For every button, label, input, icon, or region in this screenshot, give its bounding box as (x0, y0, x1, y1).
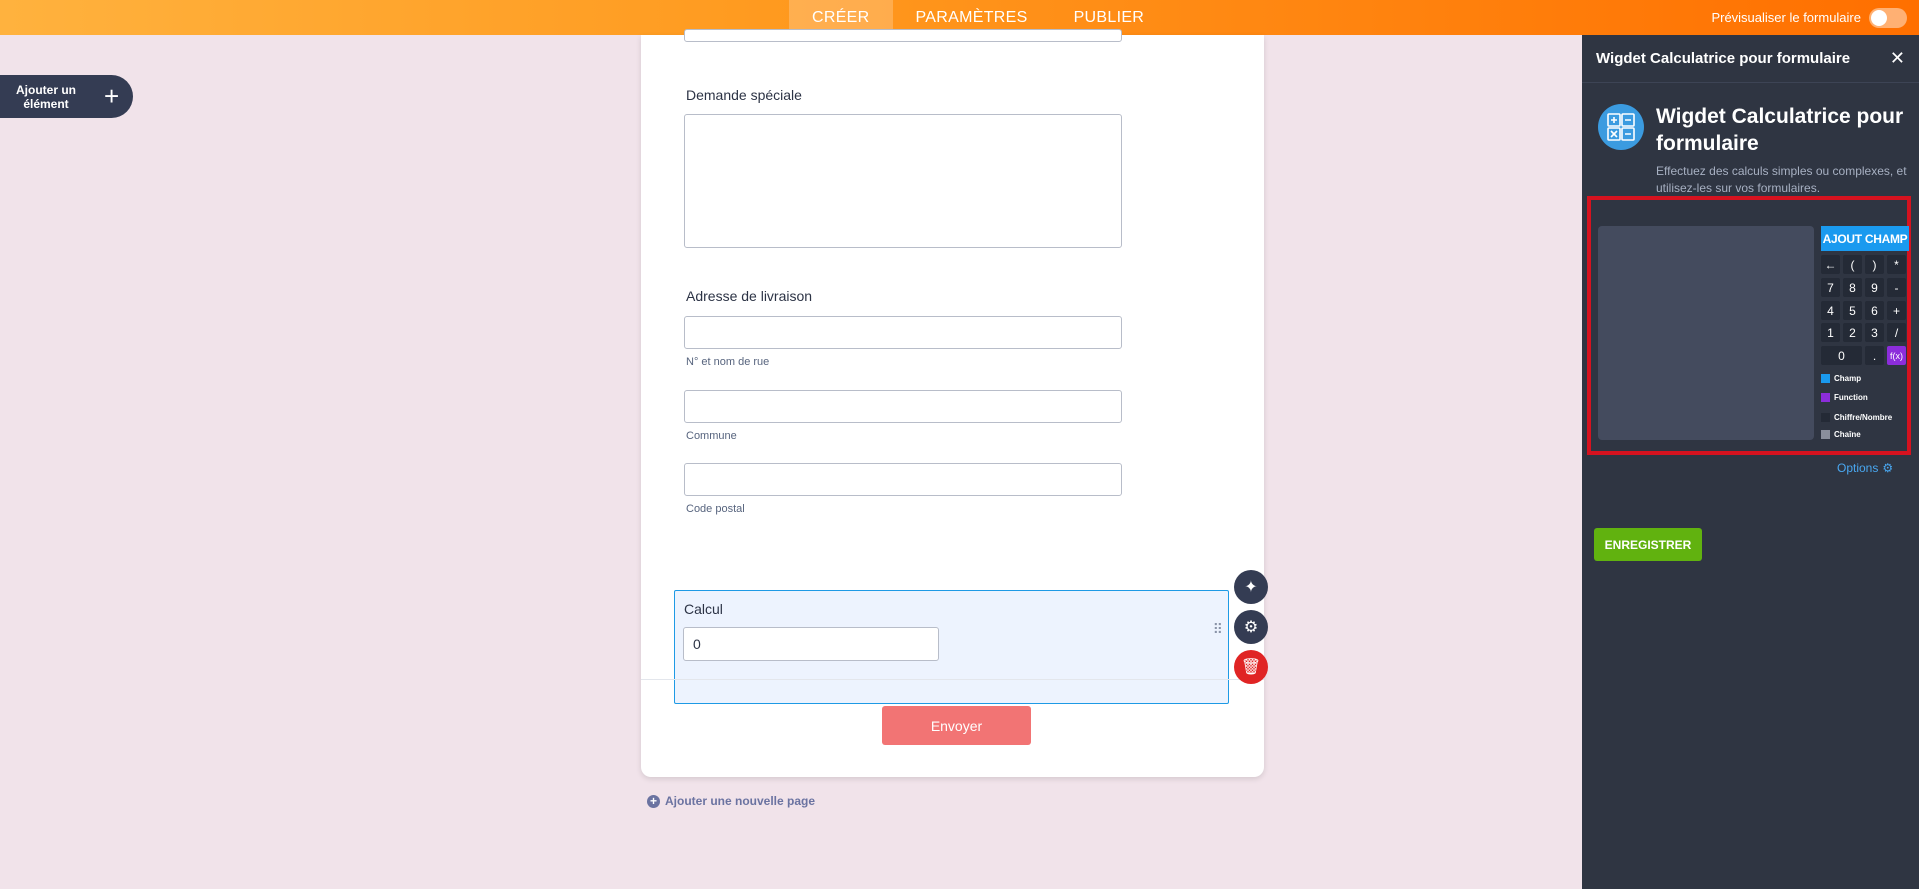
legend-swatch (1821, 413, 1830, 422)
plus-circle-icon: + (647, 794, 660, 808)
city-sublabel: Commune (686, 430, 737, 442)
key-4[interactable]: 4 (1821, 301, 1840, 320)
close-icon[interactable]: ✕ (1890, 48, 1905, 69)
add-field-button[interactable]: AJOUT CHAMP (1821, 226, 1909, 251)
key-divide[interactable]: / (1887, 323, 1906, 342)
key-backspace[interactable]: ← (1821, 255, 1840, 274)
legend-swatch (1821, 430, 1830, 439)
widget-title: Wigdet Calculatrice pour formulaire (1656, 105, 1904, 155)
special-request-label: Demande spéciale (686, 87, 802, 103)
key-plus[interactable]: + (1887, 301, 1906, 320)
calc-value-input[interactable]: 0 (683, 627, 939, 661)
toggle-knob (1871, 9, 1887, 26)
legend-function: Function (1821, 393, 1868, 402)
key-minus[interactable]: - (1887, 278, 1906, 297)
gear-icon: ⚙ (1882, 461, 1894, 475)
add-element-label: Ajouter un élément (16, 82, 76, 111)
widget-description: Effectuez des calculs simples ou complex… (1656, 164, 1907, 195)
magic-wand-icon[interactable]: ✦ (1234, 570, 1268, 604)
legend-string: Chaîne (1821, 430, 1861, 439)
form-card: Demande spéciale Adresse de livraison N°… (641, 29, 1264, 777)
widget-settings-panel: Wigdet Calculatrice pour formulaire ✕ Wi… (1582, 35, 1919, 889)
legend-swatch (1821, 393, 1830, 402)
street-sublabel: N° et nom de rue (686, 356, 770, 368)
legend-label: Chaîne (1834, 430, 1861, 439)
legend-label: Champ (1834, 374, 1862, 383)
address-label: Adresse de livraison (686, 288, 813, 304)
legend-champ: Champ (1821, 374, 1861, 383)
add-new-page-label: Ajouter une nouvelle page (665, 794, 816, 808)
options-label: Options (1837, 461, 1879, 475)
zip-sublabel: Code postal (686, 503, 745, 515)
city-input[interactable] (684, 390, 1122, 423)
options-link[interactable]: Options ⚙ (1837, 461, 1893, 475)
key-open-paren[interactable]: ( (1843, 255, 1862, 274)
formula-display[interactable] (1598, 226, 1814, 440)
calc-label: Calcul (684, 601, 723, 617)
add-new-page-link[interactable]: + Ajouter une nouvelle page (647, 794, 815, 808)
preview-toggle-group: Prévisualiser le formulaire (1711, 0, 1907, 35)
key-2[interactable]: 2 (1843, 323, 1862, 342)
legend-label: Chiffre/Nombre (1834, 413, 1893, 422)
panel-header: Wigdet Calculatrice pour formulaire ✕ (1582, 35, 1919, 83)
key-multiply[interactable]: * (1887, 255, 1906, 274)
page-divider (641, 679, 1264, 680)
calculator-icon (1598, 104, 1644, 150)
key-9[interactable]: 9 (1865, 278, 1884, 297)
legend-label: Function (1834, 393, 1868, 402)
plus-icon: + (104, 81, 120, 111)
key-1[interactable]: 1 (1821, 323, 1840, 342)
legend-swatch (1821, 374, 1830, 383)
key-dot[interactable]: . (1865, 346, 1884, 365)
street-input[interactable] (684, 316, 1122, 349)
special-request-textarea[interactable] (684, 114, 1122, 248)
zip-input[interactable] (684, 463, 1122, 496)
add-element-button[interactable]: Ajouter un élément + (0, 75, 133, 118)
preview-label: Prévisualiser le formulaire (1711, 10, 1861, 25)
trash-icon[interactable]: 🗑 (1234, 650, 1268, 684)
calc-field-selected[interactable]: Calcul 0 ⠿ (674, 590, 1229, 704)
key-7[interactable]: 7 (1821, 278, 1840, 297)
key-5[interactable]: 5 (1843, 301, 1862, 320)
save-button[interactable]: ENREGISTRER (1594, 528, 1702, 561)
preview-toggle[interactable] (1869, 7, 1907, 28)
key-0[interactable]: 0 (1821, 346, 1862, 365)
key-3[interactable]: 3 (1865, 323, 1884, 342)
key-close-paren[interactable]: ) (1865, 255, 1884, 274)
panel-title: Wigdet Calculatrice pour formulaire (1596, 50, 1851, 67)
key-6[interactable]: 6 (1865, 301, 1884, 320)
gear-icon[interactable]: ⚙ (1234, 610, 1268, 644)
previous-textarea[interactable] (684, 29, 1122, 42)
drag-handle-icon[interactable]: ⠿ (1213, 621, 1223, 638)
key-function[interactable]: f(x) (1887, 346, 1906, 365)
submit-button[interactable]: Envoyer (882, 706, 1031, 745)
legend-number: Chiffre/Nombre (1821, 413, 1892, 422)
key-8[interactable]: 8 (1843, 278, 1862, 297)
